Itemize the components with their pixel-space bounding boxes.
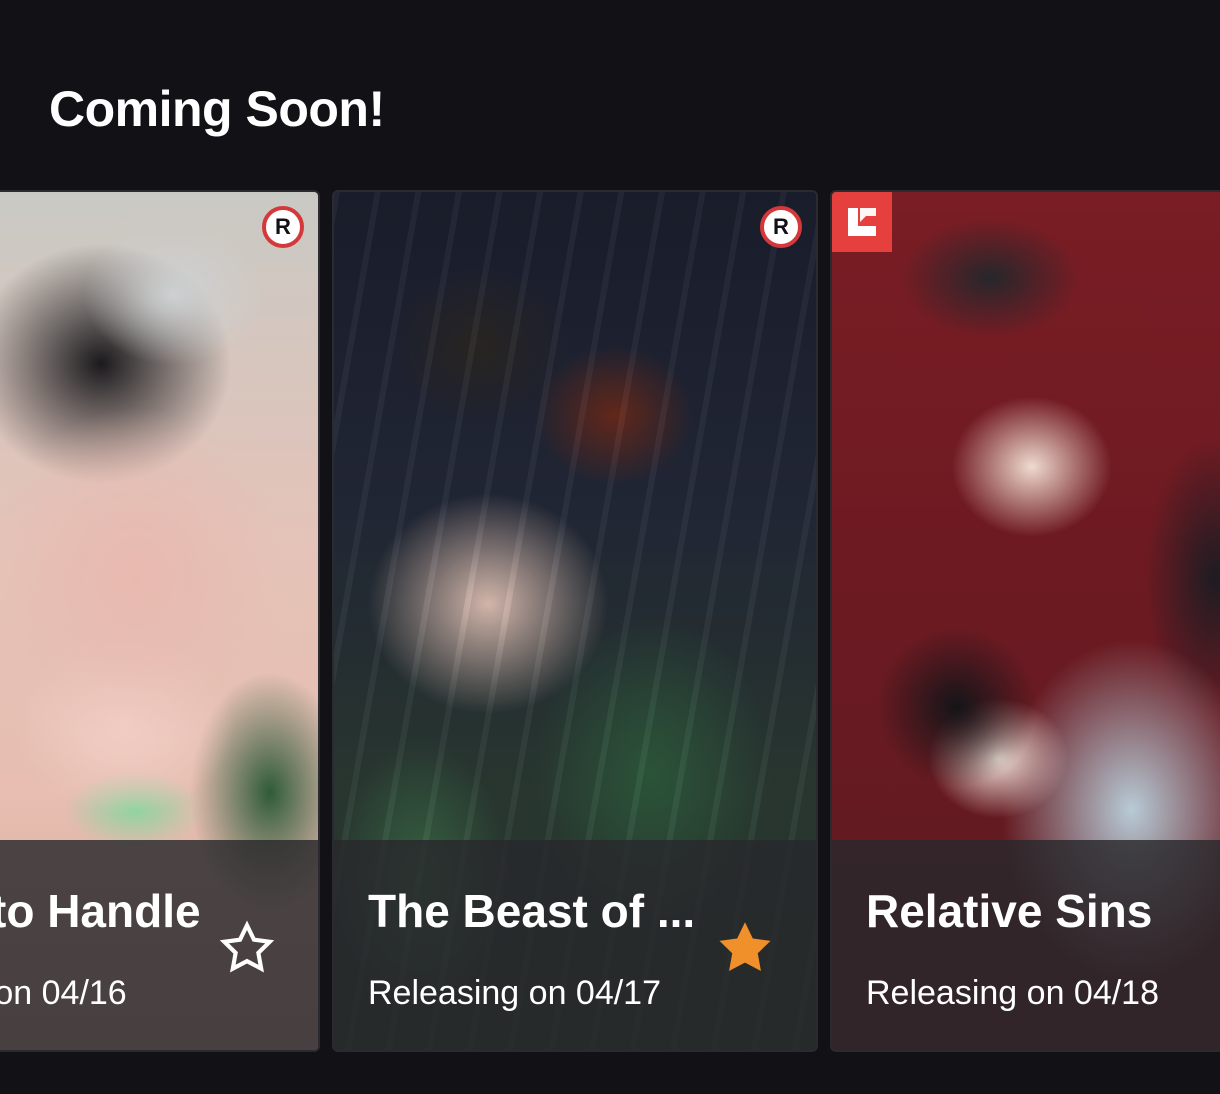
release-date: g on 04/16 <box>0 974 127 1012</box>
coming-soon-page: Coming Soon! R to Handle g on 04/16 R Th… <box>0 0 1220 1094</box>
comic-title: Relative Sins <box>866 885 1153 937</box>
card-info-panel: Relative Sins Releasing on 04/18 <box>832 840 1220 1050</box>
comic-title: to Handle <box>0 885 201 937</box>
rating-badge: R <box>760 206 802 248</box>
comic-card[interactable]: Relative Sins Releasing on 04/18 <box>830 190 1220 1052</box>
card-info-panel: to Handle g on 04/16 <box>0 840 318 1050</box>
card-info-panel: The Beast of ... Releasing on 04/17 <box>334 840 816 1050</box>
section-title: Coming Soon! <box>49 81 385 137</box>
comic-title: The Beast of ... <box>368 885 696 937</box>
release-date: Releasing on 04/17 <box>368 974 662 1012</box>
comic-card[interactable]: R to Handle g on 04/16 <box>0 190 320 1052</box>
rating-badge: R <box>262 206 304 248</box>
coming-soon-carousel[interactable]: R to Handle g on 04/16 R The Beast of ..… <box>0 190 1220 1054</box>
favorite-star-icon[interactable] <box>714 918 776 980</box>
favorite-star-icon[interactable] <box>216 918 278 980</box>
comic-card[interactable]: R The Beast of ... Releasing on 04/17 <box>332 190 818 1052</box>
release-date: Releasing on 04/18 <box>866 974 1160 1012</box>
lezhin-logo-icon <box>832 192 892 252</box>
